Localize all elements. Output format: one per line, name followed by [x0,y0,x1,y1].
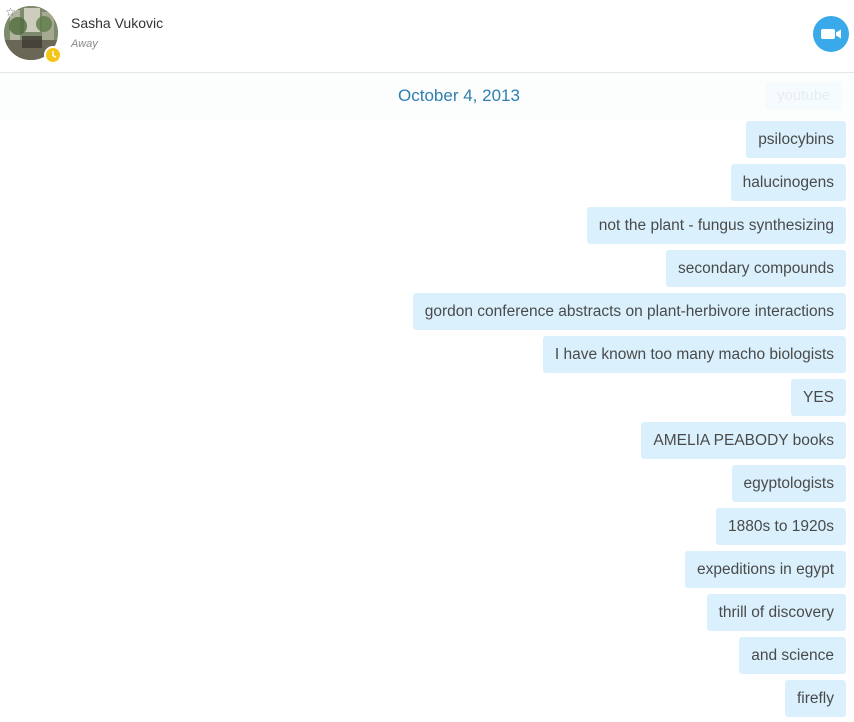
video-camera-icon [821,29,841,39]
video-call-button[interactable] [813,16,849,52]
message-bubble[interactable]: secondary compounds [666,250,846,287]
message-bubble[interactable]: not the plant - fungus synthesizing [586,207,846,244]
message-bubble[interactable]: thrill of discovery [706,594,846,631]
message-bubble[interactable]: YES [790,379,846,416]
contact-status: Away [71,38,98,50]
message-list: psilocybins halucinogens not the plant - f… [0,120,854,722]
conversation-date: October 4, 2013 [398,86,520,105]
message-row: firefly [0,679,854,722]
message-row: AMELIA PEABODY books [0,421,854,464]
message-row: thrill of discovery [0,593,854,636]
clock-icon [44,46,62,64]
message-row: gordon conference abstracts on plant-her… [0,292,854,335]
message-row: not the plant - fungus synthesizing [0,206,854,249]
message-row: I have known too many macho biologists [0,335,854,378]
message-row: halucinogens [0,163,854,206]
message-row: secondary compounds [0,249,854,292]
message-bubble[interactable]: egyptologists [731,465,846,502]
message-bubble[interactable]: expeditions in egypt [684,551,846,588]
message-bubble[interactable]: and science [739,637,846,674]
message-bubble[interactable]: I have known too many macho biologists [542,336,846,373]
message-bubble[interactable]: halucinogens [730,164,846,201]
message-row: psilocybins [0,120,854,163]
message-row: egyptologists [0,464,854,507]
message-bubble[interactable]: gordon conference abstracts on plant-her… [412,293,846,330]
message-row: and science [0,636,854,679]
date-separator: October 4, 2013 youtube [0,73,854,119]
message-row: 1880s to 1920s [0,507,854,550]
favorite-star-icon[interactable]: ☆ [4,6,17,19]
message-bubble[interactable]: 1880s to 1920s [715,508,846,545]
message-bubble[interactable]: firefly [784,680,846,717]
message-row: expeditions in egypt [0,550,854,593]
message-bubble[interactable]: AMELIA PEABODY books [641,422,846,459]
message-row: YES [0,378,854,421]
message-bubble[interactable]: psilocybins [746,121,846,158]
conversation-header: ☆ Sasha Vukovic Away [0,0,854,73]
contact-name: Sasha Vukovic [71,15,164,31]
message-bubble-faded: youtube [765,82,843,110]
